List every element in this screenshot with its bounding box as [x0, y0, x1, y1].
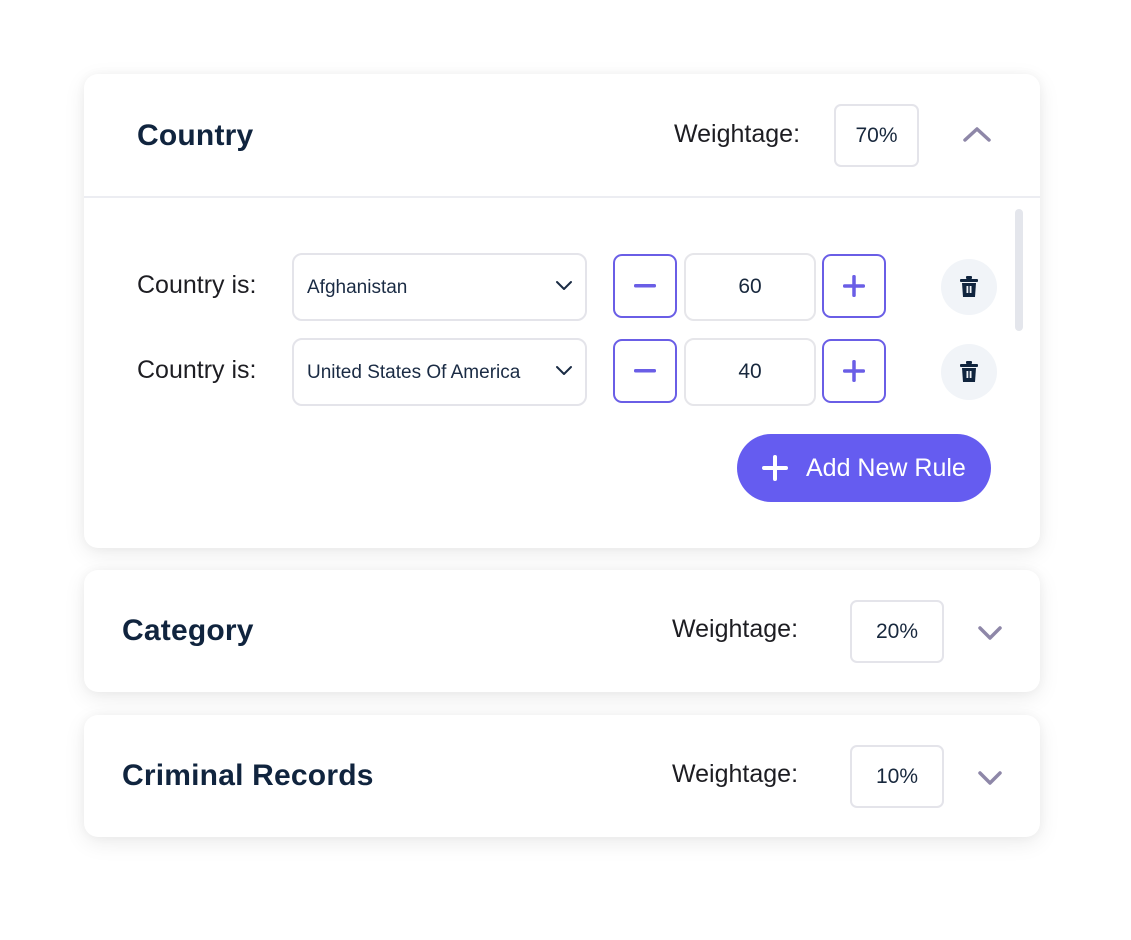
section-title: Category — [122, 614, 254, 647]
country-section-header[interactable]: Country Weightage: 70% — [84, 74, 1040, 198]
delete-rule-button[interactable] — [941, 344, 997, 400]
trash-icon — [960, 361, 978, 382]
country-select[interactable]: United States Of America — [292, 338, 587, 406]
section-title: Criminal Records — [122, 759, 374, 792]
rule-label: Country is: — [137, 356, 257, 384]
chevron-down-icon — [556, 281, 572, 290]
country-select[interactable]: Afghanistan — [292, 253, 587, 321]
country-section-card: Country Weightage: 70% Country is: Afgha… — [84, 74, 1040, 548]
add-new-rule-label: Add New Rule — [806, 453, 966, 482]
section-title: Country — [137, 119, 254, 152]
rule-row: Country is: Afghanistan 60 — [84, 253, 1040, 321]
weightage-label: Weightage: — [672, 615, 799, 643]
decrement-button[interactable] — [613, 254, 677, 318]
rule-value-input[interactable]: 40 — [684, 338, 816, 406]
trash-icon — [960, 276, 978, 297]
plus-icon — [843, 275, 865, 297]
chevron-down-icon — [556, 366, 572, 375]
criminal-records-section-header[interactable]: Criminal Records Weightage: 10% — [84, 715, 1040, 837]
rules-scrollbar[interactable] — [1015, 209, 1023, 331]
category-section-header[interactable]: Category Weightage: 20% — [84, 570, 1040, 692]
delete-rule-button[interactable] — [941, 259, 997, 315]
rule-label: Country is: — [137, 271, 257, 299]
chevron-down-icon[interactable] — [974, 623, 1006, 643]
rule-row: Country is: United States Of America 40 — [84, 338, 1040, 406]
weightage-label: Weightage: — [672, 760, 799, 788]
plus-icon — [762, 455, 788, 481]
weightage-label: Weightage: — [674, 120, 801, 148]
plus-icon — [843, 360, 865, 382]
country-select-value: United States Of America — [307, 362, 521, 383]
decrement-button[interactable] — [613, 339, 677, 403]
minus-icon — [634, 284, 656, 288]
weightage-input[interactable]: 10% — [850, 745, 944, 808]
increment-button[interactable] — [822, 254, 886, 318]
add-new-rule-button[interactable]: Add New Rule — [737, 434, 991, 502]
increment-button[interactable] — [822, 339, 886, 403]
weightage-input[interactable]: 20% — [850, 600, 944, 663]
weightage-input[interactable]: 70% — [834, 104, 919, 167]
criminal-records-section-card[interactable]: Criminal Records Weightage: 10% — [84, 715, 1040, 837]
chevron-up-icon[interactable] — [961, 124, 993, 144]
rule-value-input[interactable]: 60 — [684, 253, 816, 321]
chevron-down-icon[interactable] — [974, 768, 1006, 788]
country-select-value: Afghanistan — [307, 277, 408, 298]
category-section-card[interactable]: Category Weightage: 20% — [84, 570, 1040, 692]
minus-icon — [634, 369, 656, 373]
